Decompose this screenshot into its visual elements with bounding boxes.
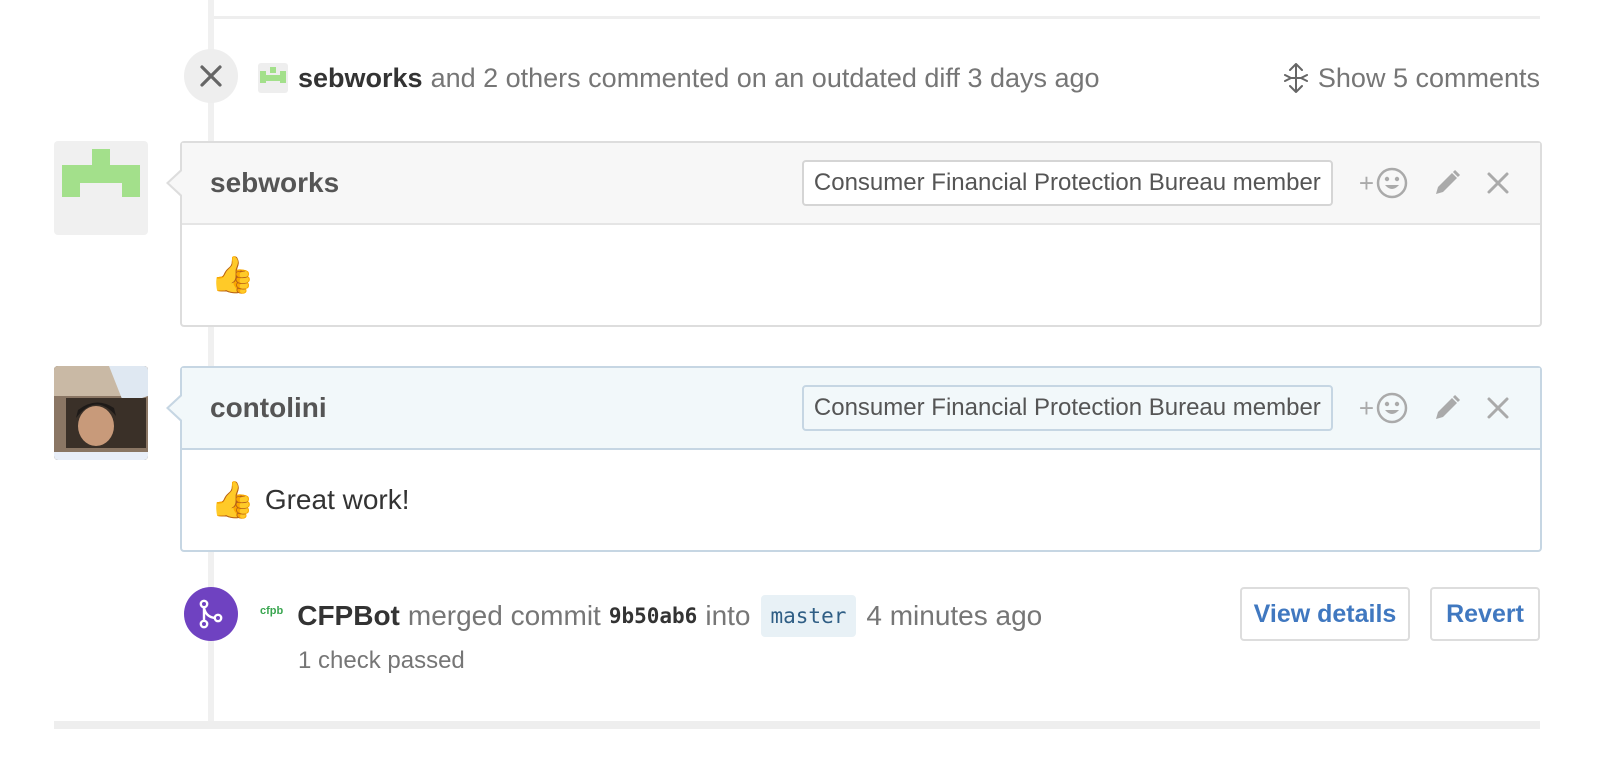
into-text: into [705,600,751,631]
delete-button[interactable] [1486,171,1510,195]
outdated-text: and 2 others commented on an outdated di… [430,62,1100,93]
merge-time: 4 minutes ago [866,600,1043,631]
thumbs-up-icon: 👍 [210,255,255,296]
close-icon [1487,172,1509,194]
close-icon [200,65,222,87]
unfold-icon [1282,63,1310,93]
comment: sebworks Consumer Financial Protection B… [166,141,1542,327]
view-details-button[interactable]: View details [1240,587,1410,641]
plus-icon: + [1358,392,1374,423]
user-photo-icon [54,366,148,460]
avatar[interactable] [54,141,148,235]
comment-text: Great work! [264,484,410,515]
author-link[interactable]: sebworks [298,63,423,94]
identicon-icon [260,67,286,83]
add-reaction-button[interactable]: + [1359,167,1408,199]
close-icon [1487,397,1509,419]
comment-author[interactable]: sebworks [210,167,339,199]
bot-author-link[interactable]: CFPBot [297,600,400,632]
comment-header: contolini Consumer Financial Protection … [166,368,1540,450]
comment-header: sebworks Consumer Financial Protection B… [166,143,1540,225]
comment-body: 👍 [182,225,1540,325]
show-comments-button[interactable]: Show 5 comments [1282,56,1540,100]
divider [54,721,1540,729]
plus-icon: + [1358,167,1374,198]
avatar[interactable] [54,366,148,460]
merge-badge [184,587,238,641]
cfpb-logo[interactable]: cfpb [260,605,283,617]
outdated-badge [184,49,238,103]
edit-button[interactable] [1432,168,1462,198]
pencil-icon [1436,169,1461,194]
add-reaction-button[interactable]: + [1359,392,1408,424]
pencil-icon [1436,394,1461,419]
git-merge-icon [199,599,223,629]
merge-event: cfpb CFPBot merged commit 9b50ab6 into m… [260,594,1042,638]
avatar[interactable] [258,63,288,93]
add-reaction-icon [1376,167,1408,199]
comment-author[interactable]: contolini [210,392,327,424]
comment: contolini Consumer Financial Protection … [166,366,1542,552]
add-reaction-icon [1376,392,1408,424]
member-label: Consumer Financial Protection Bureau mem… [801,385,1333,431]
revert-button[interactable]: Revert [1430,587,1540,641]
divider [214,16,1540,19]
edit-button[interactable] [1432,393,1462,423]
commit-sha-link[interactable]: 9b50ab6 [609,604,698,628]
thumbs-up-icon: 👍 [210,480,255,521]
delete-button[interactable] [1486,396,1510,420]
show-comments-label: Show 5 comments [1317,62,1540,93]
check-status: 1 check passed [298,647,465,674]
comment-body: 👍 Great work! [182,450,1540,550]
branch-label[interactable]: master [760,595,857,637]
merge-text: merged commit [407,600,601,631]
outdated-diff-summary: sebworks and 2 others commented on an ou… [258,56,1100,100]
member-label: Consumer Financial Protection Bureau mem… [801,160,1333,206]
identicon-icon [62,149,140,197]
